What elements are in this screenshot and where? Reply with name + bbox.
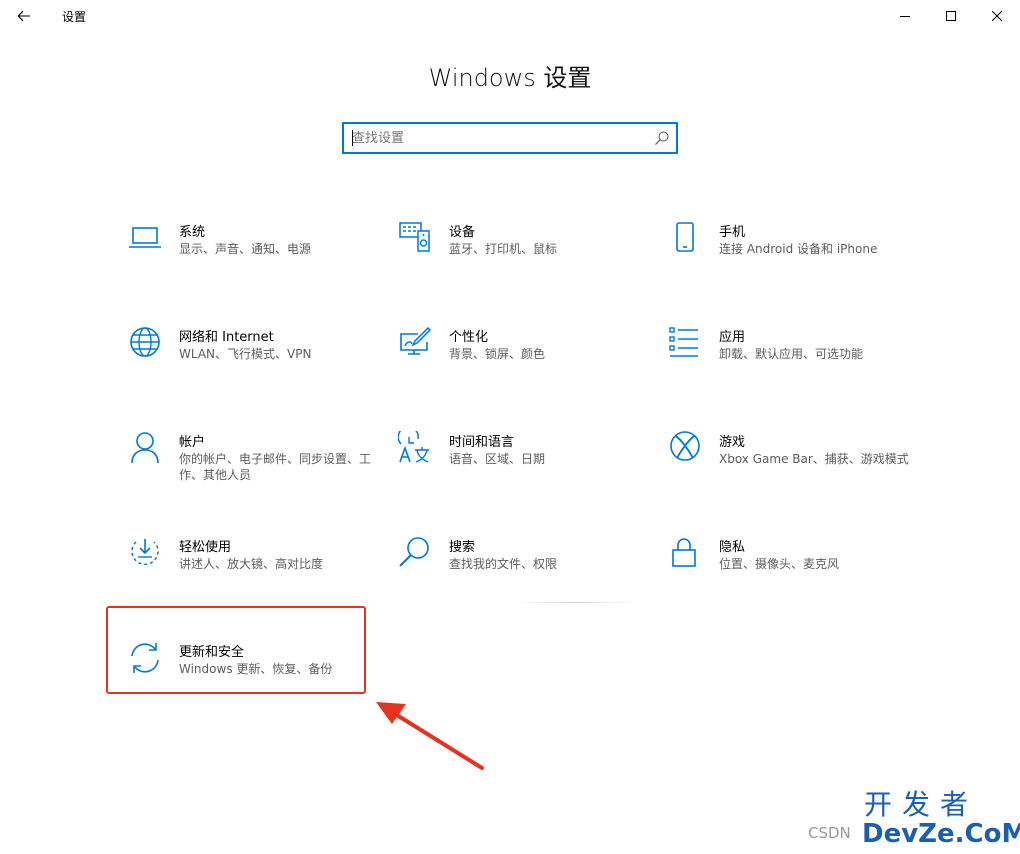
window-title: 设置 [62, 10, 87, 24]
svg-text:DevZe.CoM: DevZe.CoM [862, 819, 1020, 849]
annotation-arrow-icon [376, 702, 484, 770]
search-box[interactable] [342, 122, 678, 154]
tile-accounts[interactable]: 帐户 你的帐户、电子邮件、同步设置、工作、其他人员 [128, 431, 378, 501]
back-arrow-icon [17, 10, 30, 22]
tile-network[interactable]: 网络和 Internet WLAN、飞行模式、VPN [128, 326, 378, 396]
tile-title: 手机 [719, 225, 746, 240]
xbox-icon [668, 431, 702, 465]
tile-title: 轻松使用 [179, 540, 232, 555]
maximize-icon [946, 11, 956, 21]
tile-description: 背景、锁屏、颜色 [449, 347, 546, 361]
tile-description: 讲述人、放大镜、高对比度 [179, 557, 324, 571]
divider [515, 602, 635, 603]
tile-search[interactable]: 搜索 查找我的文件、权限 [398, 536, 648, 606]
page-title: Windows 设置 [428, 64, 592, 92]
ease-of-access-icon [128, 536, 162, 570]
tile-title: 系统 [179, 225, 206, 240]
tile-privacy[interactable]: 隐私 位置、摄像头、麦克风 [668, 536, 918, 606]
devices-icon [398, 221, 432, 255]
back-button[interactable] [8, 2, 40, 30]
tile-title: 个性化 [449, 330, 489, 345]
phone-icon [668, 221, 702, 255]
tile-apps[interactable]: 应用 卸载、默认应用、可选功能 [668, 326, 918, 396]
tile-time-language[interactable]: 时间和语言 语音、区域、日期 [397, 426, 648, 501]
tile-title: 游戏 [719, 435, 746, 450]
highlight-box [106, 606, 366, 694]
apps-list-icon [668, 326, 702, 360]
search-icon[interactable] [654, 130, 670, 146]
tile-system[interactable]: 系统 显示、声音、通知、电源 [128, 221, 378, 291]
tile-personalization[interactable]: 个性化 背景、锁屏、颜色 [398, 326, 648, 396]
time-language-icon [397, 426, 432, 465]
devze-logo: 开发者 DevZe.CoM [862, 788, 1020, 849]
close-button[interactable] [974, 2, 1020, 30]
tile-title: 设备 [449, 225, 476, 240]
globe-icon [128, 326, 162, 360]
tile-description: 查找我的文件、权限 [449, 557, 558, 571]
tile-title: 搜索 [449, 540, 476, 555]
tile-title: 隐私 [719, 540, 746, 555]
search-icon [398, 536, 432, 570]
personalization-icon [398, 326, 432, 360]
svg-text:开发者: 开发者 [864, 788, 978, 821]
tile-description: 位置、摄像头、麦克风 [719, 557, 840, 571]
person-icon [128, 431, 162, 465]
tile-description: 你的帐户、电子邮件、同步设置、工作、其他人员 [179, 452, 372, 482]
title-bar: 设置 [0, 0, 1020, 32]
tile-gaming[interactable]: 游戏 Xbox Game Bar、捕获、游戏模式 [668, 431, 918, 501]
lock-icon [668, 536, 702, 570]
search-input[interactable] [352, 128, 642, 148]
tile-title: 帐户 [179, 435, 206, 450]
text-caret [352, 130, 353, 146]
tile-title: 应用 [719, 330, 746, 345]
tile-description: WLAN、飞行模式、VPN [179, 347, 312, 361]
tile-description: 卸载、默认应用、可选功能 [719, 347, 864, 361]
tile-ease-of-access[interactable]: 轻松使用 讲述人、放大镜、高对比度 [128, 536, 378, 606]
maximize-button[interactable] [928, 2, 974, 30]
tile-devices[interactable]: 设备 蓝牙、打印机、鼠标 [398, 221, 648, 291]
tile-title: 时间和语言 [449, 435, 515, 450]
csdn-watermark: CSDN [808, 824, 851, 842]
tile-title: 网络和 Internet [179, 330, 274, 345]
tile-description: 显示、声音、通知、电源 [179, 242, 312, 256]
tile-phone[interactable]: 手机 连接 Android 设备和 iPhone [668, 221, 918, 291]
laptop-icon [128, 221, 162, 255]
tile-description: 蓝牙、打印机、鼠标 [449, 242, 558, 256]
tile-description: 语音、区域、日期 [449, 452, 546, 466]
minimize-button[interactable] [882, 2, 928, 30]
tile-description: Xbox Game Bar、捕获、游戏模式 [719, 452, 909, 466]
tile-description: 连接 Android 设备和 iPhone [719, 242, 878, 256]
minimize-icon [900, 16, 910, 17]
close-icon [992, 11, 1002, 21]
